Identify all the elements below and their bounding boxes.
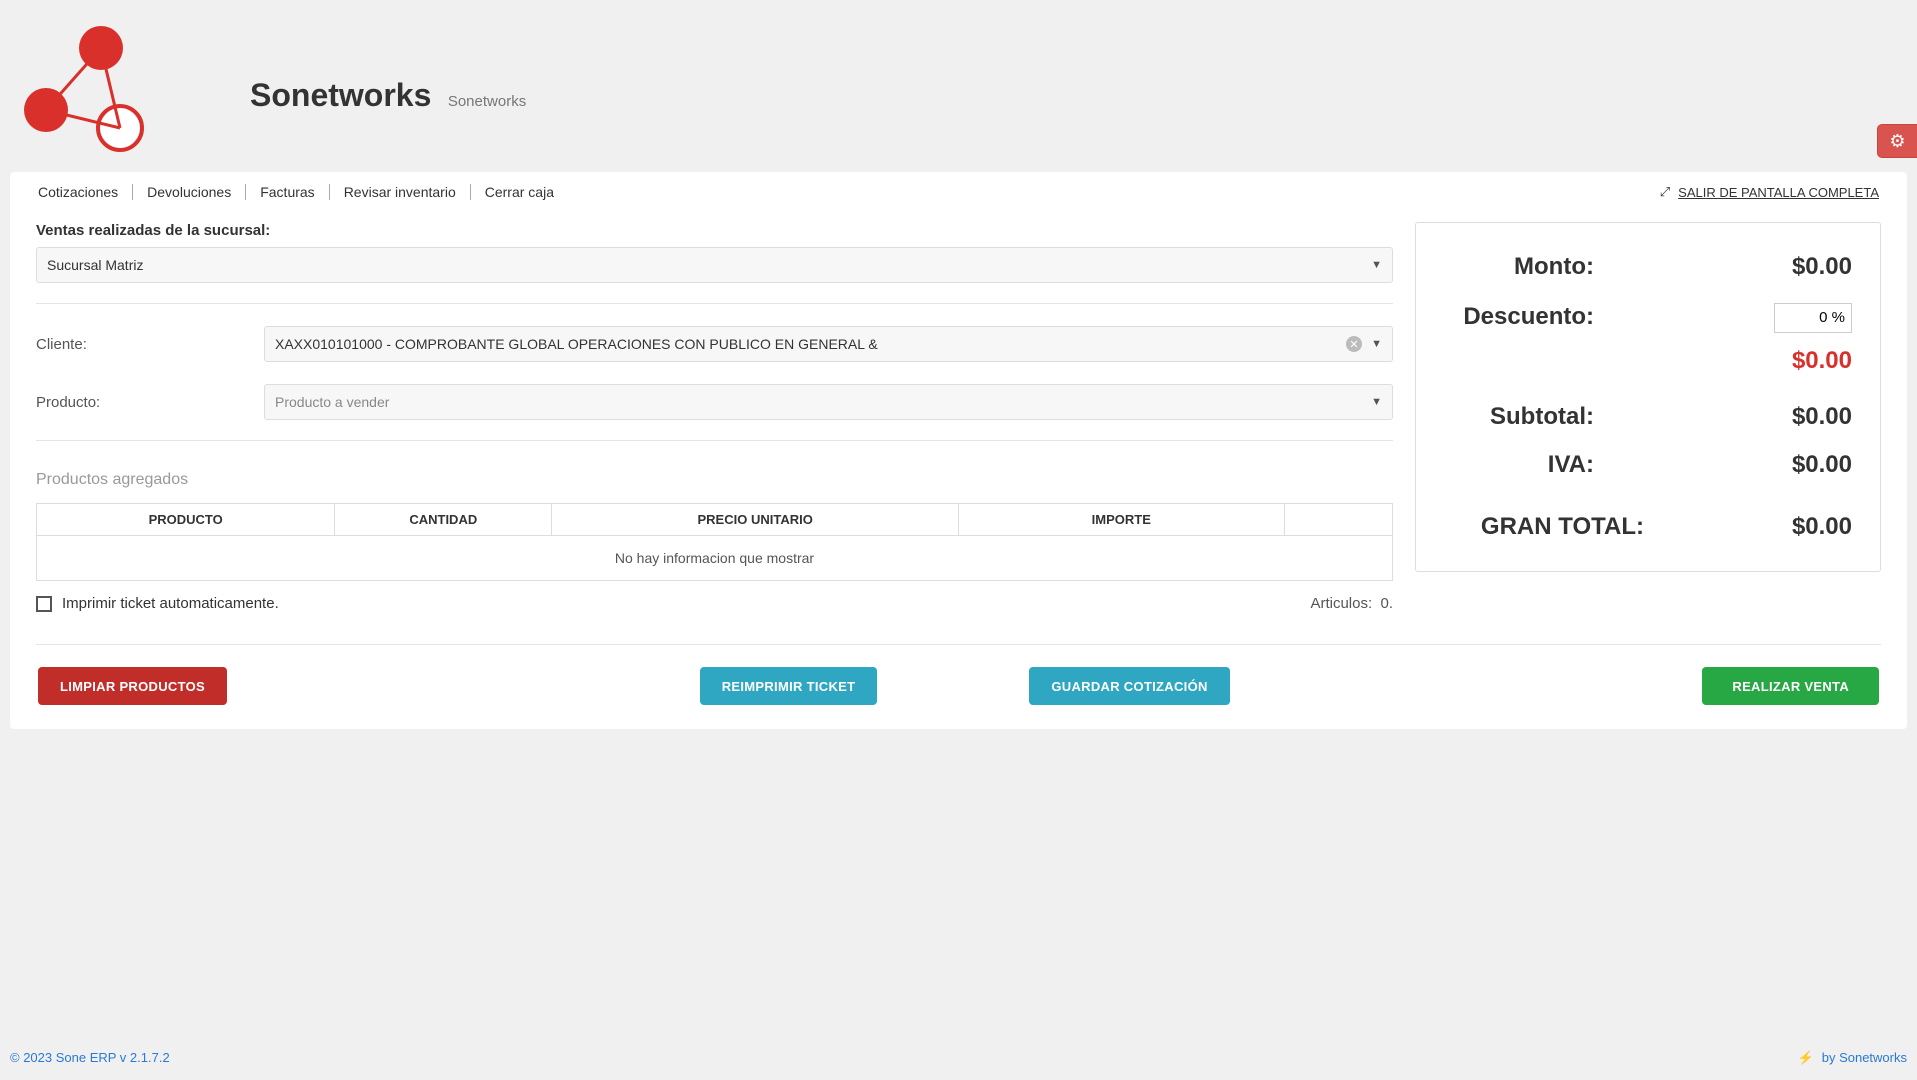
subtotal-label: Subtotal: — [1444, 403, 1594, 431]
col-cantidad: CANTIDAD — [335, 504, 552, 536]
divider — [36, 440, 1393, 441]
sucursal-select[interactable]: Sucursal Matriz ▼ — [36, 247, 1393, 283]
clear-icon[interactable]: ✕ — [1346, 336, 1362, 352]
page-title: Sonetworks — [250, 77, 431, 114]
table-empty-message: No hay informacion que mostrar — [37, 536, 1393, 581]
totals-card: Monto: $0.00 Descuento: $0.00 Subtotal: … — [1415, 222, 1881, 572]
cliente-label: Cliente: — [36, 336, 264, 353]
iva-label: IVA: — [1444, 451, 1594, 479]
header: Sonetworks Sonetworks — [0, 0, 1917, 172]
reimprimir-ticket-button[interactable]: REIMPRIMIR TICKET — [700, 667, 878, 705]
nav-facturas[interactable]: Facturas — [246, 184, 329, 200]
descuento-amount: $0.00 — [1594, 347, 1852, 375]
guardar-cotizacion-button[interactable]: GUARDAR COTIZACIÓN — [1029, 667, 1229, 705]
grantotal-label: GRAN TOTAL: — [1444, 513, 1644, 541]
col-producto: PRODUCTO — [37, 504, 335, 536]
fullscreen-exit-icon: ⤢ — [1660, 184, 1670, 200]
subtotal-value: $0.00 — [1594, 403, 1852, 431]
caret-down-icon: ▼ — [1371, 338, 1382, 350]
grantotal-value: $0.00 — [1644, 513, 1852, 541]
nav-bar: Cotizaciones Devoluciones Facturas Revis… — [10, 172, 1907, 210]
col-importe: IMPORTE — [959, 504, 1284, 536]
footer: © 2023 Sone ERP v 2.1.7.2 ⚡ by Sonetwork… — [0, 1050, 1917, 1066]
cliente-combo[interactable]: XAXX010101000 - COMPROBANTE GLOBAL OPERA… — [264, 326, 1393, 362]
main-panel: Cotizaciones Devoluciones Facturas Revis… — [10, 172, 1907, 729]
bolt-icon: ⚡ — [1798, 1050, 1814, 1065]
cliente-combo-value: XAXX010101000 - COMPROBANTE GLOBAL OPERA… — [275, 336, 878, 352]
caret-down-icon: ▼ — [1371, 396, 1382, 408]
col-actions — [1284, 504, 1393, 536]
nav-cotizaciones[interactable]: Cotizaciones — [38, 184, 133, 200]
producto-label: Producto: — [36, 394, 264, 411]
limpiar-productos-button[interactable]: LIMPIAR PRODUCTOS — [38, 667, 227, 705]
footer-brand-link[interactable]: by Sonetworks — [1822, 1050, 1907, 1065]
section-label-ventas: Ventas realizadas de la sucursal: — [36, 222, 1393, 239]
divider — [36, 303, 1393, 304]
nav-revisar-inventario[interactable]: Revisar inventario — [330, 184, 471, 200]
producto-placeholder: Producto a vender — [275, 394, 389, 410]
productos-agregados-label: Productos agregados — [36, 471, 1393, 489]
descuento-input[interactable] — [1774, 303, 1852, 333]
auto-print-checkbox[interactable] — [36, 596, 52, 612]
caret-down-icon: ▼ — [1371, 259, 1382, 271]
products-table: PRODUCTO CANTIDAD PRECIO UNITARIO IMPORT… — [36, 503, 1393, 581]
exit-fullscreen-link[interactable]: SALIR DE PANTALLA COMPLETA — [1678, 185, 1879, 200]
settings-button[interactable]: ⚙ — [1877, 124, 1917, 158]
col-precio-unitario: PRECIO UNITARIO — [552, 504, 959, 536]
iva-value: $0.00 — [1594, 451, 1852, 479]
footer-version-link[interactable]: © 2023 Sone ERP v 2.1.7.2 — [10, 1050, 170, 1066]
divider — [36, 644, 1881, 645]
monto-value: $0.00 — [1594, 253, 1852, 281]
realizar-venta-button[interactable]: REALIZAR VENTA — [1702, 667, 1879, 705]
articles-label: Articulos: — [1310, 595, 1372, 612]
nav-cerrar-caja[interactable]: Cerrar caja — [471, 184, 568, 200]
descuento-label: Descuento: — [1444, 303, 1594, 331]
auto-print-label: Imprimir ticket automaticamente. — [62, 595, 279, 612]
brand-logo — [10, 20, 250, 160]
sucursal-select-value: Sucursal Matriz — [47, 257, 143, 273]
monto-label: Monto: — [1444, 253, 1594, 281]
producto-combo[interactable]: Producto a vender ▼ — [264, 384, 1393, 420]
nav-devoluciones[interactable]: Devoluciones — [133, 184, 246, 200]
gear-icon: ⚙ — [1889, 131, 1905, 152]
articles-count: 0. — [1380, 595, 1393, 612]
page-subtitle: Sonetworks — [448, 93, 526, 110]
